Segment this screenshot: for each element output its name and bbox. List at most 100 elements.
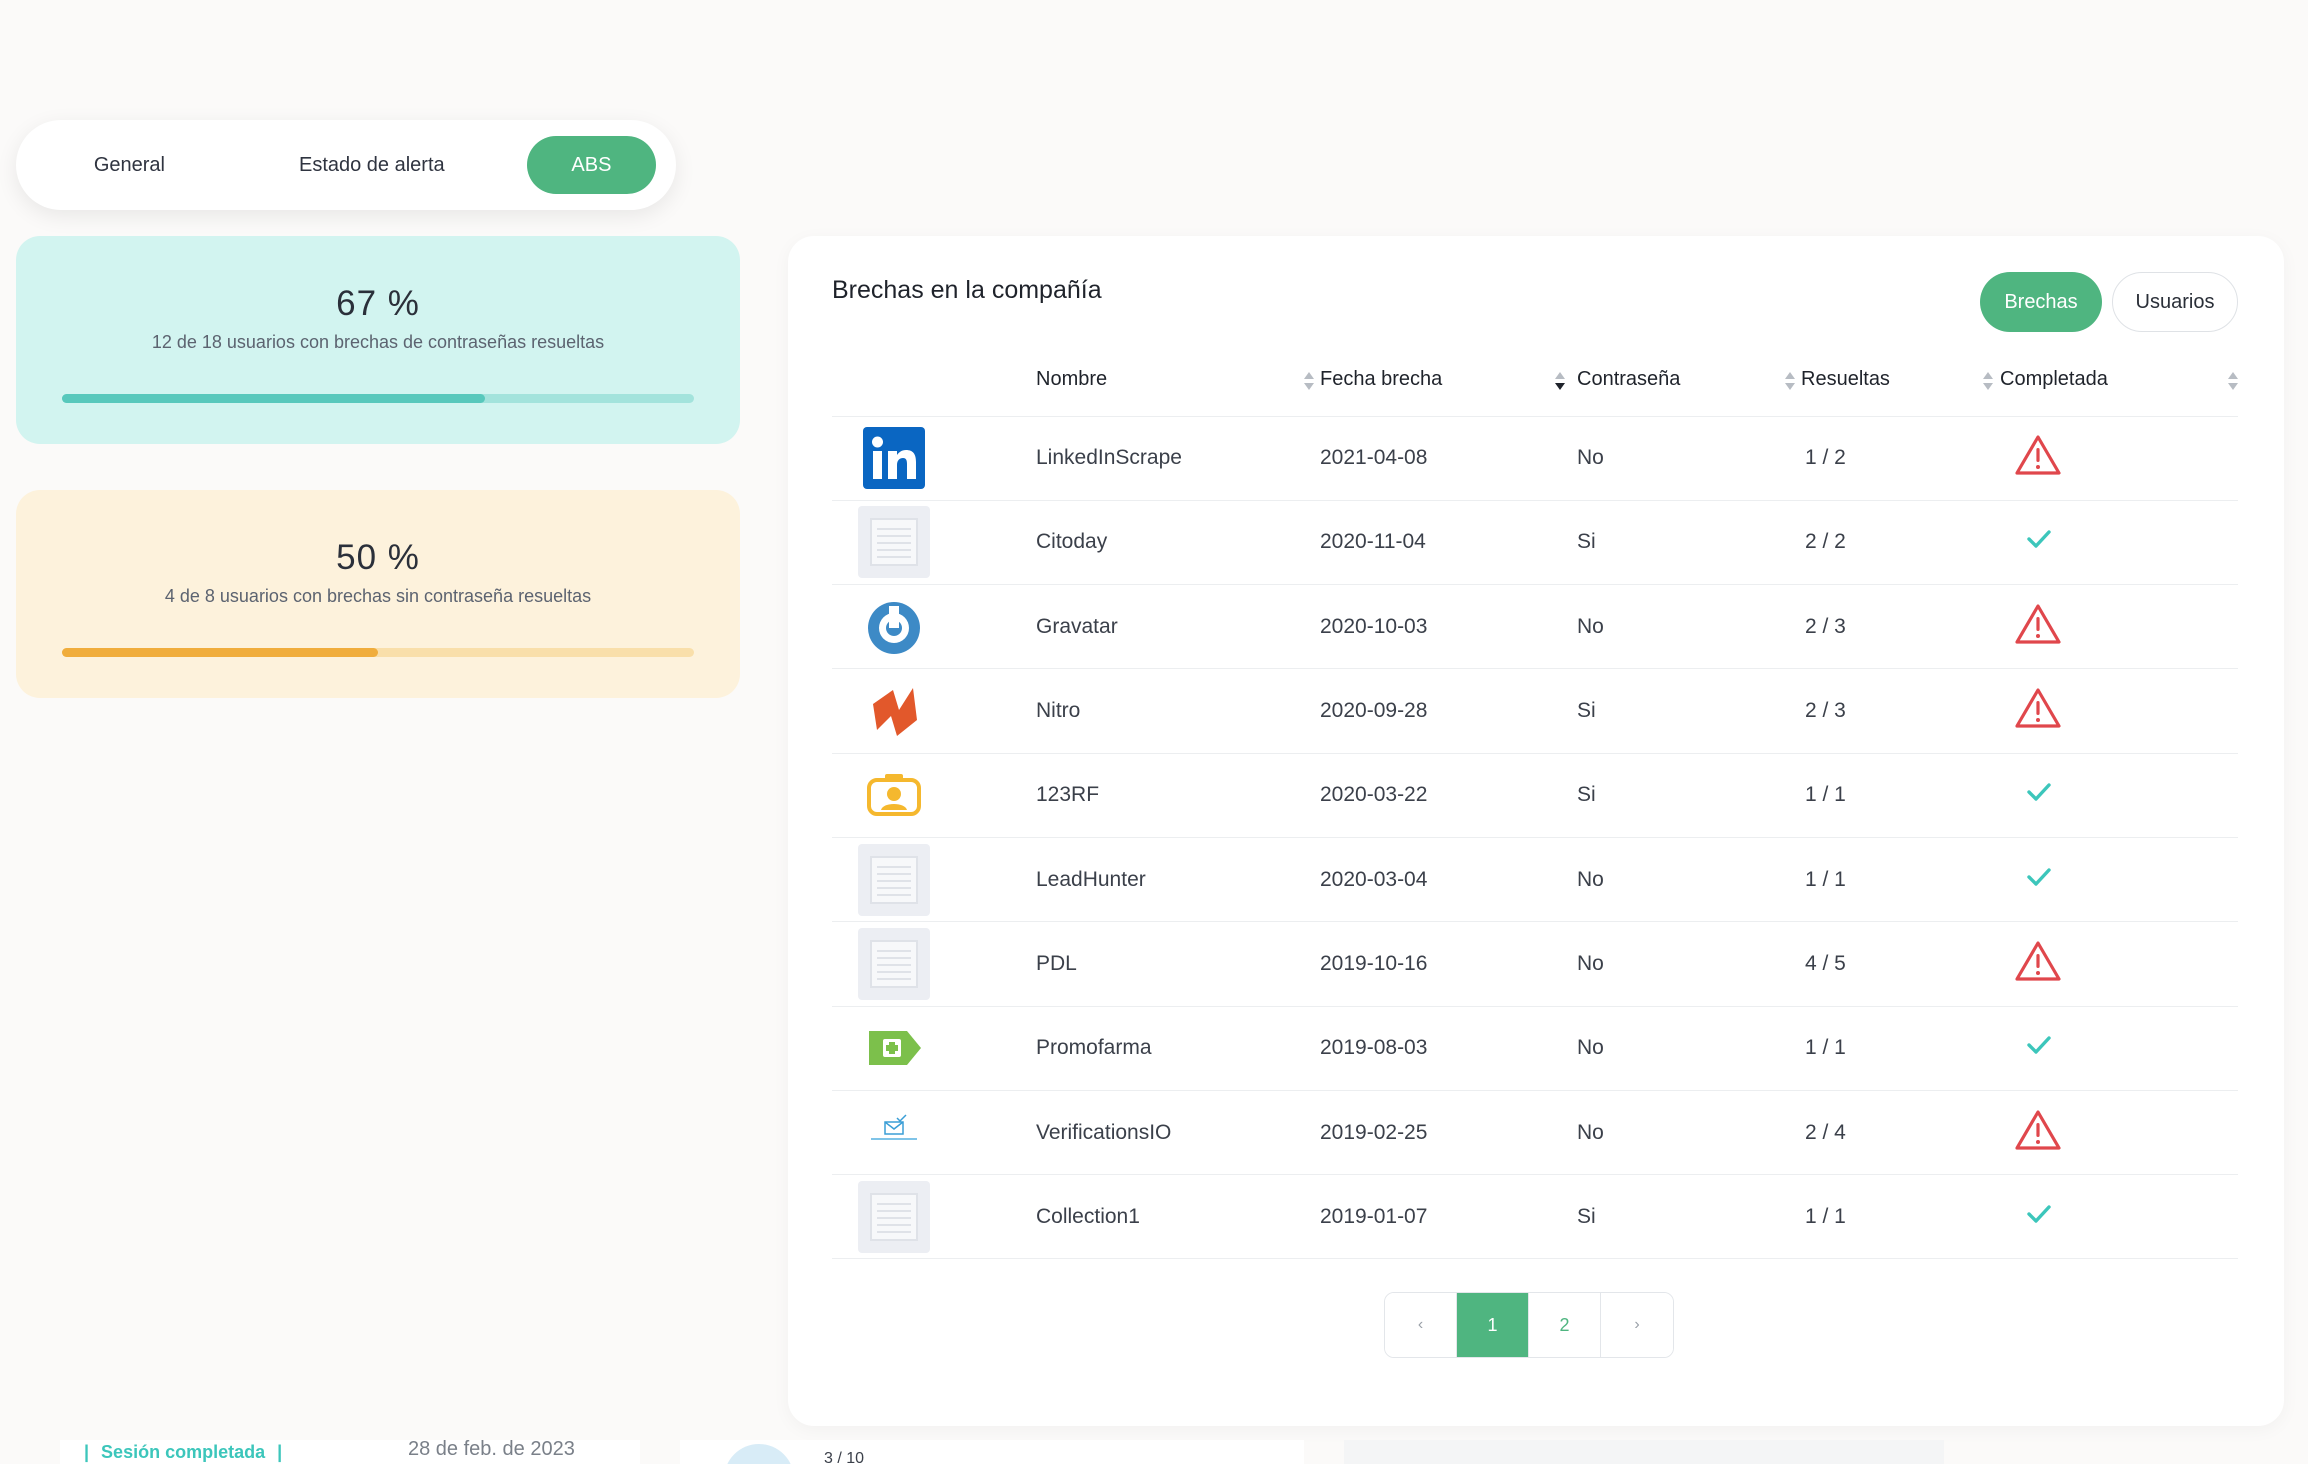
resolved-count: 1 / 1 — [1801, 753, 2000, 838]
table-row[interactable]: Nitro 2020-09-28 Si 2 / 3 — [832, 668, 2238, 754]
gravatar-logo-icon — [858, 591, 930, 663]
breach-date: 2020-03-22 — [1320, 753, 1577, 838]
warning-icon — [2014, 434, 2062, 482]
logo-cell — [832, 500, 1036, 586]
table-row[interactable]: Citoday 2020-11-04 Si 2 / 2 — [832, 500, 2238, 586]
tab-general[interactable]: General — [36, 136, 223, 194]
password-flag: No — [1577, 921, 1801, 1007]
nitro-logo-icon — [858, 675, 930, 747]
brechas-toggle-button[interactable]: Brechas — [1980, 272, 2102, 332]
password-flag: No — [1577, 1090, 1801, 1176]
tab-estado-de-alerta[interactable]: Estado de alerta — [223, 136, 521, 194]
logo-cell — [832, 668, 1036, 754]
warning-icon — [2014, 603, 2062, 651]
breach-name: Collection1 — [1036, 1174, 1320, 1260]
completion-status — [2000, 584, 2238, 670]
bottom-partial-strip: Sesión completada 28 de feb. de 2023 3 /… — [0, 1440, 2308, 1464]
resolved-count: 4 / 5 — [1801, 921, 2000, 1007]
sort-icon[interactable] — [1785, 372, 1795, 390]
table-row[interactable]: VerificationsIO 2019-02-25 No 2 / 4 — [832, 1090, 2238, 1176]
resolved-count: 1 / 1 — [1801, 1006, 2000, 1091]
completion-status — [2000, 837, 2238, 923]
stat-description: 4 de 8 usuarios con brechas sin contrase… — [164, 586, 592, 606]
session-fraction: 3 / 10 — [824, 1450, 865, 1464]
breach-name: Promofarma — [1036, 1006, 1320, 1091]
breach-date: 2021-04-08 — [1320, 416, 1577, 501]
password-flag: No — [1577, 584, 1801, 670]
column-label: Completada — [2000, 368, 2108, 391]
breach-name: PDL — [1036, 921, 1320, 1007]
sort-icon[interactable] — [1983, 372, 1993, 390]
resolved-count: 2 / 2 — [1801, 500, 2000, 586]
sort-icon[interactable] — [1555, 372, 1565, 390]
password-flag: Si — [1577, 668, 1801, 754]
column-header-completada[interactable]: Completada — [2000, 344, 2238, 417]
table-row[interactable]: LinkedInScrape 2021-04-08 No 1 / 2 — [832, 416, 2238, 501]
logo-cell — [832, 921, 1036, 1007]
check-icon — [2026, 1204, 2052, 1230]
password-flag: Si — [1577, 753, 1801, 838]
stat-description: 12 de 18 usuarios con brechas de contras… — [151, 332, 605, 352]
session-status: Sesión completada — [84, 1442, 282, 1463]
breach-name: LinkedInScrape — [1036, 416, 1320, 501]
table-row[interactable]: Gravatar 2020-10-03 No 2 / 3 — [832, 584, 2238, 670]
breach-name: Gravatar — [1036, 584, 1320, 670]
breaches-table: Nombre Fecha brecha Contraseña Resueltas… — [832, 344, 2238, 1260]
password-breach-stat-card: 67 % 12 de 18 usuarios con brechas de co… — [16, 236, 740, 444]
column-label: Contraseña — [1577, 368, 1681, 391]
usuarios-toggle-button[interactable]: Usuarios — [2112, 272, 2238, 332]
column-label: Resueltas — [1801, 368, 1890, 391]
breach-date: 2020-11-04 — [1320, 500, 1577, 586]
no-password-breach-stat-card: 50 % 4 de 8 usuarios con brechas sin con… — [16, 490, 740, 698]
logo-cell — [832, 837, 1036, 923]
password-flag: Si — [1577, 1174, 1801, 1260]
column-header-contrasena[interactable]: Contraseña — [1577, 344, 1801, 417]
table-row[interactable]: Promofarma 2019-08-03 No 1 / 1 — [832, 1006, 2238, 1091]
card-title: Brechas en la compañía — [832, 276, 1102, 304]
completion-status — [2000, 1174, 2238, 1260]
sort-icon[interactable] — [2228, 372, 2238, 390]
warning-icon — [2014, 687, 2062, 735]
table-row[interactable]: LeadHunter 2020-03-04 No 1 / 1 — [832, 837, 2238, 923]
column-label: Fecha brecha — [1320, 368, 1443, 391]
logo-cell — [832, 416, 1036, 501]
breach-name: Nitro — [1036, 668, 1320, 754]
breach-date: 2019-01-07 — [1320, 1174, 1577, 1260]
column-header-fecha-brecha[interactable]: Fecha brecha — [1320, 344, 1577, 417]
breach-name: VerificationsIO — [1036, 1090, 1320, 1176]
password-flag: No — [1577, 837, 1801, 923]
pagination-page-1[interactable]: 1 — [1457, 1293, 1529, 1357]
stat-percent: 50 % — [336, 538, 420, 577]
pagination-next-button[interactable]: › — [1601, 1293, 1673, 1357]
logo-cell — [832, 584, 1036, 670]
session-date: 28 de feb. de 2023 — [408, 1440, 575, 1460]
logo-cell — [832, 1006, 1036, 1091]
resolved-count: 2 / 3 — [1801, 584, 2000, 670]
table-row[interactable]: PDL 2019-10-16 No 4 / 5 — [832, 921, 2238, 1007]
column-header-nombre[interactable]: Nombre — [1036, 344, 1320, 417]
progress-fill — [62, 648, 378, 657]
logo-cell — [832, 1174, 1036, 1260]
progress-track — [62, 394, 694, 403]
password-flag: Si — [1577, 500, 1801, 586]
breaches-card: Brechas en la compañía Brechas Usuarios … — [788, 236, 2284, 1426]
table-row[interactable]: 123RF 2020-03-22 Si 1 / 1 — [832, 753, 2238, 838]
123rf-logo-icon — [858, 759, 930, 831]
breach-date: 2020-09-28 — [1320, 668, 1577, 754]
table-row[interactable]: Collection1 2019-01-07 Si 1 / 1 — [832, 1174, 2238, 1260]
completion-status — [2000, 1006, 2238, 1091]
table-header-row: Nombre Fecha brecha Contraseña Resueltas… — [832, 344, 2238, 417]
breach-name: Citoday — [1036, 500, 1320, 586]
resolved-count: 2 / 4 — [1801, 1090, 2000, 1176]
password-flag: No — [1577, 416, 1801, 501]
sort-icon[interactable] — [1304, 372, 1314, 390]
column-header-resueltas[interactable]: Resueltas — [1801, 344, 2000, 417]
logo-cell — [832, 1090, 1036, 1176]
check-icon — [2026, 529, 2052, 555]
tab-abs[interactable]: ABS — [526, 136, 656, 194]
pagination-page-2[interactable]: 2 — [1529, 1293, 1601, 1357]
pagination-prev-button[interactable]: ‹ — [1385, 1293, 1457, 1357]
warning-icon — [2014, 1109, 2062, 1157]
progress-fill — [62, 394, 486, 403]
view-tabs: General Estado de alerta ABS — [16, 120, 676, 210]
